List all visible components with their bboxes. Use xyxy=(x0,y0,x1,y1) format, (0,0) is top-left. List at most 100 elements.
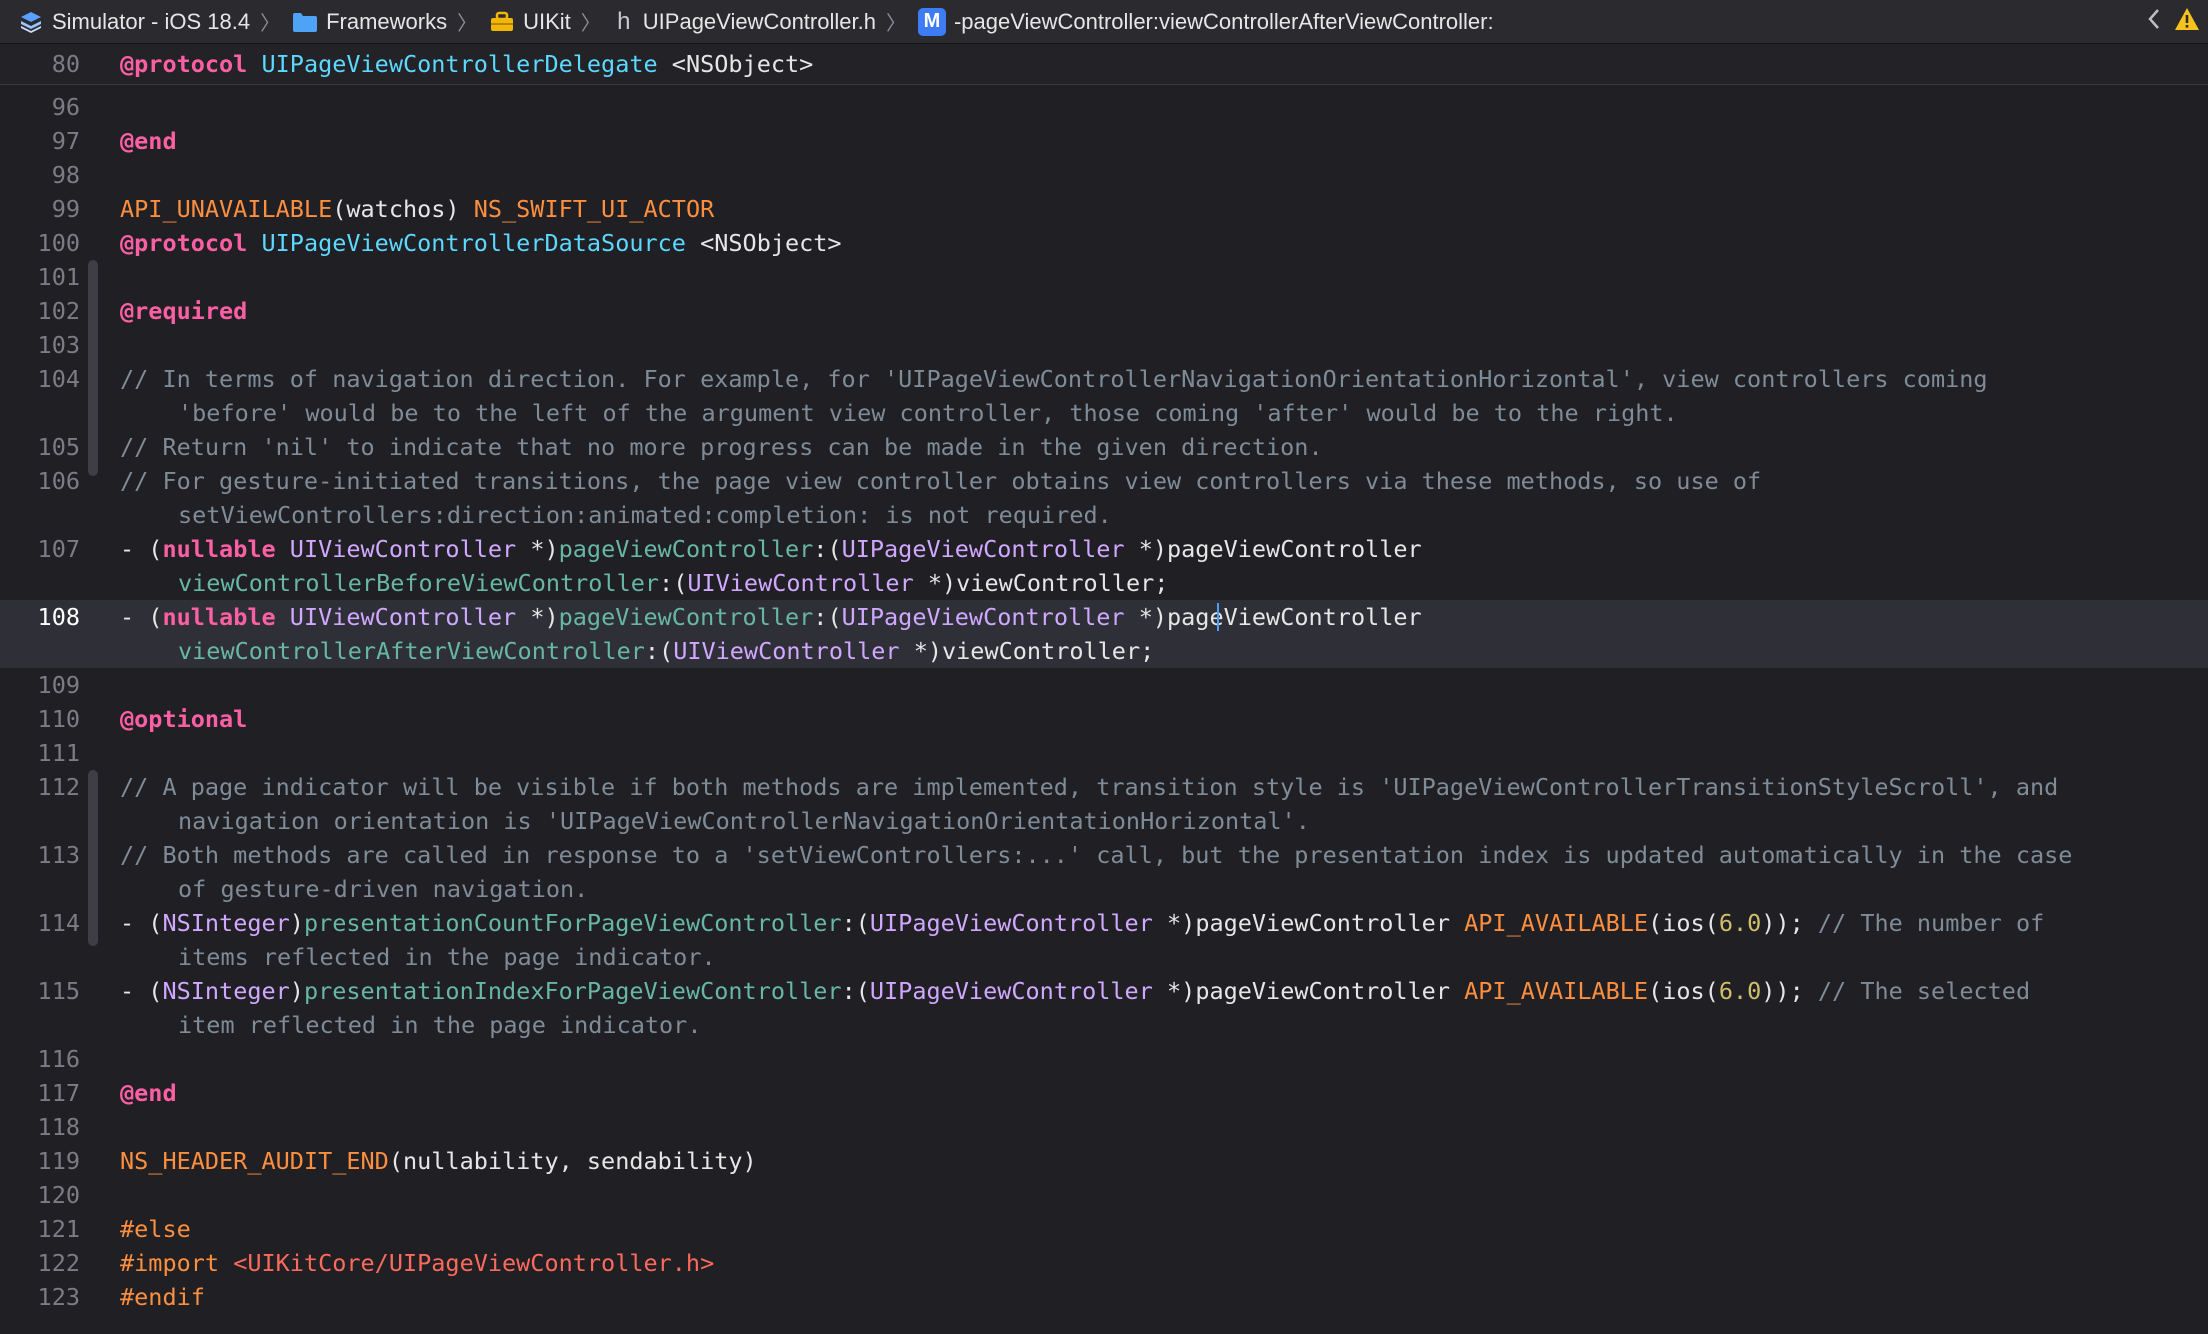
token-type: UIPageViewController xyxy=(869,909,1153,937)
token-number: 6.0 xyxy=(1718,977,1762,1005)
warning-icon[interactable] xyxy=(2174,7,2200,37)
chevron-right-icon: 〉 xyxy=(580,13,601,35)
crumb-frameworks[interactable]: Frameworks xyxy=(292,9,447,35)
line-number: 122 xyxy=(37,1249,80,1277)
token-comment: // The number of xyxy=(1817,909,2045,937)
line-number: 107 xyxy=(37,535,80,563)
code-line-103[interactable]: 103 xyxy=(0,328,2208,362)
token-plain: )); xyxy=(1761,909,1818,937)
token-type: UIPageViewController xyxy=(841,603,1125,631)
code-line-115[interactable]: 115 - (NSInteger)presentationIndexForPag… xyxy=(0,974,2208,1008)
code-text: - (nullable UIViewController *)pageViewC… xyxy=(120,600,1422,634)
folder-icon xyxy=(292,11,318,33)
token-type: UIPageViewController xyxy=(841,535,1125,563)
token-plain: viewController; xyxy=(956,569,1169,597)
simulator-stack-icon xyxy=(18,9,44,35)
code-line-111[interactable]: 111 xyxy=(0,736,2208,770)
code-text: @optional xyxy=(120,702,247,736)
code-line-108[interactable]: 108 - (nullable UIViewController *)pageV… xyxy=(0,600,2208,634)
code-line-106-wrap[interactable]: setViewControllers:direction:animated:co… xyxy=(0,498,2208,532)
code-line-101[interactable]: 101 xyxy=(0,260,2208,294)
crumb-header-file[interactable]: h UIPageViewController.h xyxy=(613,8,876,36)
code-line-117[interactable]: 117 @end xyxy=(0,1076,2208,1110)
line-number: 96 xyxy=(51,93,80,121)
code-line-107[interactable]: 107 - (nullable UIViewController *)pageV… xyxy=(0,532,2208,566)
code-text: @required xyxy=(120,294,247,328)
code-line-120[interactable]: 120 xyxy=(0,1178,2208,1212)
code-line-119[interactable]: 119 NS_HEADER_AUDIT_END(nullability, sen… xyxy=(0,1144,2208,1178)
code-text: @protocol UIPageViewControllerDataSource… xyxy=(120,226,842,260)
code-line-102[interactable]: 102 @required xyxy=(0,294,2208,328)
line-number: 118 xyxy=(37,1113,80,1141)
code-line-123[interactable]: 123 #endif xyxy=(0,1280,2208,1314)
chevron-left-icon[interactable] xyxy=(2146,7,2162,37)
code-line-118[interactable]: 118 xyxy=(0,1110,2208,1144)
sticky-scope-header[interactable]: 80 @protocol UIPageViewControllerDelegat… xyxy=(0,44,2208,85)
code-line-98[interactable]: 98 xyxy=(0,158,2208,192)
token-plain: ) xyxy=(289,977,304,1005)
crumb-method[interactable]: M -pageViewController:viewControllerAfte… xyxy=(917,7,1494,36)
token-method: viewControllerBeforeViewController xyxy=(178,569,660,597)
line-number: 104 xyxy=(37,365,80,393)
line-number: 110 xyxy=(37,705,80,733)
token-plain: <NSObject> xyxy=(657,50,814,78)
crumb-simulator[interactable]: Simulator - iOS 18.4 xyxy=(18,9,250,35)
code-line-109[interactable]: 109 xyxy=(0,668,2208,702)
line-number: 100 xyxy=(37,229,80,257)
toolbox-icon xyxy=(489,11,515,33)
code-line-112[interactable]: 112 // A page indicator will be visible … xyxy=(0,770,2208,804)
code-line-107-wrap[interactable]: viewControllerBeforeViewController:(UIVi… xyxy=(0,566,2208,600)
code-line-99[interactable]: 99 API_UNAVAILABLE(watchos) NS_SWIFT_UI_… xyxy=(0,192,2208,226)
token-keyword: @optional xyxy=(120,705,248,733)
comment-text: of gesture-driven navigation. xyxy=(178,875,589,903)
token-class: UIPageViewControllerDataSource xyxy=(261,229,686,257)
code-line-108-wrap[interactable]: viewControllerAfterViewController:(UIVie… xyxy=(0,634,2208,668)
token-keyword: nullable xyxy=(162,535,276,563)
token-keyword: @protocol xyxy=(120,50,248,78)
token-method: pageViewController xyxy=(558,603,814,631)
line-number: 114 xyxy=(37,909,80,937)
code-line-115-wrap[interactable]: item reflected in the page indicator. xyxy=(0,1008,2208,1042)
code-line-114[interactable]: 114 - (NSInteger)presentationCountForPag… xyxy=(0,906,2208,940)
code-line-114-wrap[interactable]: items reflected in the page indicator. xyxy=(0,940,2208,974)
token-type: UIViewController xyxy=(289,603,517,631)
code-editor[interactable]: 80 @protocol UIPageViewControllerDelegat… xyxy=(0,44,2208,1334)
token-plain: - ( xyxy=(120,977,163,1005)
code-text: @end xyxy=(120,1076,177,1110)
chevron-right-icon: 〉 xyxy=(260,13,281,35)
code-text: API_UNAVAILABLE(watchos) NS_SWIFT_UI_ACT… xyxy=(120,192,714,226)
code-line-122[interactable]: 122 #import <UIKitCore/UIPageViewControl… xyxy=(0,1246,2208,1280)
code-line-100[interactable]: 100 @protocol UIPageViewControllerDataSo… xyxy=(0,226,2208,260)
code-line-116[interactable]: 116 xyxy=(0,1042,2208,1076)
chevron-right-icon: 〉 xyxy=(457,13,478,35)
code-line-96[interactable]: 96 xyxy=(0,90,2208,124)
code-line-104[interactable]: 104 // In terms of navigation direction.… xyxy=(0,362,2208,396)
code-line-110[interactable]: 110 @optional xyxy=(0,702,2208,736)
comment-text: setViewControllers:direction:animated:co… xyxy=(178,501,1112,529)
text-cursor xyxy=(1217,603,1219,631)
code-text: @end xyxy=(120,124,177,158)
code-line-113[interactable]: 113 // Both methods are called in respon… xyxy=(0,838,2208,872)
line-number: 98 xyxy=(51,161,80,189)
code-line-97[interactable]: 97 @end xyxy=(0,124,2208,158)
code-text: #endif xyxy=(120,1280,205,1314)
code-line-112-wrap[interactable]: navigation orientation is 'UIPageViewCon… xyxy=(0,804,2208,838)
line-number: 119 xyxy=(37,1147,80,1175)
code-line-121[interactable]: 121 #else xyxy=(0,1212,2208,1246)
token-macro: API_UNAVAILABLE xyxy=(120,195,333,223)
token-plain: *) xyxy=(913,569,957,597)
code-line-105[interactable]: 105 // Return 'nil' to indicate that no … xyxy=(0,430,2208,464)
token-plain: <NSObject> xyxy=(685,229,842,257)
token-plain: *) xyxy=(516,603,559,631)
crumb-uikit[interactable]: UIKit xyxy=(489,9,571,35)
code-line-104-wrap[interactable]: 'before' would be to the left of the arg… xyxy=(0,396,2208,430)
token-number: 6.0 xyxy=(1718,909,1762,937)
line-number: 111 xyxy=(37,739,80,767)
code-text: - (NSInteger)presentationIndexForPageVie… xyxy=(120,974,2030,1008)
token-keyword: @required xyxy=(120,297,248,325)
comment-text: // In terms of navigation direction. For… xyxy=(120,365,1988,393)
code-line-113-wrap[interactable]: of gesture-driven navigation. xyxy=(0,872,2208,906)
code-line-106[interactable]: 106 // For gesture-initiated transitions… xyxy=(0,464,2208,498)
token-plain: *) xyxy=(516,535,559,563)
